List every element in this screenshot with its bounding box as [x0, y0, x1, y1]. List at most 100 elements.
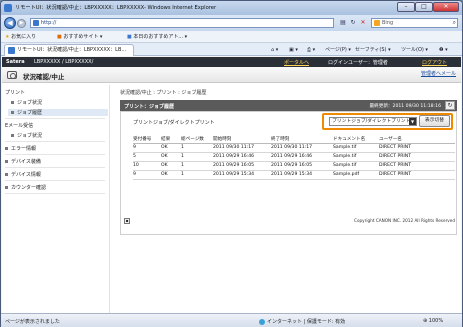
- cell: 9: [133, 170, 161, 180]
- cell: OK: [161, 143, 181, 153]
- select-value: プリントジョブ/ダイレクトプリント: [332, 119, 411, 124]
- cell: 2011 09/29 16:05: [213, 161, 271, 171]
- browser-icon: [4, 4, 12, 12]
- status-monitor-icon: [7, 71, 17, 79]
- sidebar-heading-print: プリント: [5, 90, 26, 96]
- table-row: 9 OK 1 2011 09/30 11:17 2011 09/30 11:17 Samp…: [133, 143, 455, 153]
- favorites-button[interactable]: ★ お気に入り: [5, 33, 36, 41]
- search-input[interactable]: Bing ⌕: [371, 18, 458, 28]
- logout-link[interactable]: ログアウト: [422, 59, 447, 66]
- last-update: 最終更新：2011 09/30 11:18:16: [369, 104, 441, 109]
- url-input[interactable]: http://: [30, 18, 334, 28]
- print-icon[interactable]: ⎙ ▾: [307, 46, 315, 54]
- cell: Sample.tif: [333, 152, 379, 162]
- feed-icon: ■: [127, 34, 132, 40]
- stop-icon[interactable]: ✕: [359, 19, 367, 27]
- search-placeholder: Bing: [382, 20, 394, 26]
- col-header: 終了時刻: [271, 136, 333, 144]
- col-header: ユーザー名: [379, 136, 455, 144]
- job-type-select[interactable]: プリントジョブ/ダイレクトプリント ▼: [329, 117, 417, 126]
- bullet-icon: [5, 186, 8, 189]
- col-header: 総ページ数: [181, 136, 213, 144]
- cell: 1: [181, 152, 213, 162]
- section-header: プリント：ジョブ履歴 最終更新：2011 09/30 11:18:16 ↻: [120, 100, 457, 111]
- sidebar-heading-email: Eメール受信: [5, 123, 34, 129]
- refresh-icon[interactable]: ↻: [349, 19, 357, 27]
- sidebar: プリント ジョブ状況 ジョブ履歴 Eメール受信 ジョブ状況 エラー情報 デバイス…: [2, 85, 110, 313]
- security-zone[interactable]: インターネット | 保護モード: 有効: [259, 318, 345, 325]
- cell: 2011 09/30 11:17: [213, 143, 271, 153]
- divider: [5, 141, 105, 142]
- sidebar-item-device-equip[interactable]: デバイス装備: [5, 158, 41, 165]
- help-menu[interactable]: ❷ ▾: [439, 46, 448, 54]
- cell: 2011 09/30 11:17: [271, 143, 333, 153]
- bullet-icon: [5, 147, 8, 150]
- bullet-icon: [11, 111, 14, 114]
- url-text: http://: [41, 20, 57, 26]
- compat-icon[interactable]: ▤: [339, 19, 347, 27]
- bing-icon: [374, 20, 380, 26]
- back-button[interactable]: ◀: [4, 17, 16, 29]
- status-bar: ページが表示されました インターネット | 保護モード: 有効 ⊕ 100%: [1, 313, 462, 327]
- cell: 10: [133, 161, 161, 171]
- address-bar: ◀ ▶ http:// ▤ ↻ ✕ Bing ⌕: [1, 15, 462, 31]
- forward-button[interactable]: ▶: [17, 19, 26, 28]
- cell: 1: [181, 143, 213, 153]
- table-row: 5 OK 1 2011 09/29 16:46 2011 09/29 16:46 Samp…: [133, 152, 455, 162]
- divider: [5, 193, 105, 194]
- sidebar-item-error[interactable]: エラー情報: [5, 145, 36, 152]
- cell: 5: [133, 152, 161, 162]
- minimize-button[interactable]: –: [397, 2, 415, 12]
- cell: OK: [161, 170, 181, 180]
- page-icon: [33, 20, 39, 26]
- search-icon[interactable]: ⌕: [453, 19, 456, 27]
- tab-remote-ui[interactable]: リモートUI：状況確認/中止：LBPXXXXX：LB...: [4, 44, 134, 56]
- cell: DIRECT PRINT: [379, 170, 455, 180]
- tools-menu[interactable]: ツール(O) ▾: [401, 46, 428, 54]
- copyright: Copyright CANON INC. 2012 All Rights Res…: [354, 218, 455, 223]
- feeds-icon[interactable]: ▣ ▾: [289, 46, 298, 54]
- status-text: ページが表示されました: [5, 319, 60, 325]
- col-header: 受付番号: [133, 136, 161, 144]
- bullet-icon: [5, 160, 8, 163]
- sidebar-item-counter[interactable]: カウンター確認: [5, 184, 46, 191]
- portal-link[interactable]: ポータルへ: [284, 59, 309, 66]
- tab-bar: リモートUI：状況確認/中止：LBPXXXXX：LB... ⌂ ▾ ▣ ▾ ⎙ …: [1, 43, 462, 56]
- maximize-button[interactable]: □: [415, 2, 433, 12]
- page-nav-button[interactable]: ▪: [124, 218, 130, 224]
- zoom-level[interactable]: ⊕ 100%: [423, 318, 443, 324]
- fav-item-suggested[interactable]: ■ おすすめサイト ▾: [57, 33, 102, 41]
- sidebar-item-email-job-status[interactable]: ジョブ状況: [11, 132, 42, 139]
- job-history-table: 受付番号 結果 総ページ数 開始時刻 終了時刻 ドキュメント名 ユーザー名 9O…: [133, 136, 455, 180]
- job-history-panel: プリントジョブ/ダイレクトプリント プリントジョブ/ダイレクトプリント ▼ 表示…: [120, 111, 457, 235]
- breadcrumb: 状況確認/中止 : プリント : ジョブ履歴: [120, 90, 207, 96]
- cell: OK: [161, 152, 181, 162]
- mail-manager-link[interactable]: 管理者へメール: [421, 70, 456, 77]
- window-title: リモートUI：状況確認/中止：LBPXXXXX：LBPXXXXX- Window…: [15, 5, 217, 11]
- cell: 1: [181, 161, 213, 171]
- sidebar-item-job-history[interactable]: ジョブ履歴: [8, 109, 108, 116]
- display-switch-button[interactable]: 表示切替: [419, 115, 450, 127]
- favorites-bar: ★ お気に入り ■ おすすめサイト ▾ ■ 本日のおすすめアト... ▾: [1, 31, 462, 43]
- fav-item-addons[interactable]: ■ 本日のおすすめアト... ▾: [127, 33, 187, 41]
- divider: [5, 118, 105, 119]
- tab-icon: [8, 47, 15, 54]
- brand-name: Satera: [6, 59, 25, 65]
- sidebar-item-device-info[interactable]: デバイス情報: [5, 171, 41, 178]
- table-row: 9 OK 1 2011 09/29 15:34 2011 09/29 15:34 Samp…: [133, 170, 455, 180]
- divider: [5, 154, 105, 155]
- safety-menu[interactable]: セーフティ(S) ▾: [355, 46, 391, 54]
- browser-window: リモートUI：状況確認/中止：LBPXXXXX：LBPXXXXX- Window…: [0, 0, 463, 327]
- home-icon[interactable]: ⌂ ▾: [271, 46, 278, 54]
- cell: 2011 09/29 15:34: [271, 170, 333, 180]
- refresh-icon[interactable]: ↻: [445, 101, 455, 110]
- page-content: Satera LBPXXXXX / LBPXXXXX/ ポータルへ ログインユー…: [2, 57, 461, 313]
- sidebar-item-job-status[interactable]: ジョブ状況: [11, 99, 42, 106]
- bullet-icon: [11, 101, 14, 104]
- col-header: 結果: [161, 136, 181, 144]
- cell: DIRECT PRINT: [379, 143, 455, 153]
- page-menu[interactable]: ページ(P) ▾: [325, 46, 351, 54]
- close-button[interactable]: ✕: [433, 2, 459, 12]
- suggested-icon: ■: [57, 34, 62, 40]
- model-name: LBPXXXXX / LBPXXXXX/: [34, 59, 94, 65]
